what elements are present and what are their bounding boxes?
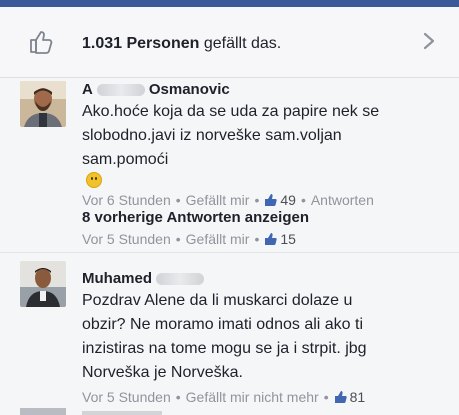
comment-body: A Osmanovic Ako.hoće koja da se uda za pa… [82, 81, 452, 209]
like-replies-button[interactable]: Gefällt mir [186, 231, 250, 247]
likes-count: 1.031 Personen [82, 35, 200, 52]
comment-time: Vor 5 Stunden [82, 389, 171, 405]
unlike-comment-button[interactable]: Gefällt mir nicht mehr [186, 389, 319, 405]
comment-like-count: 81 [349, 389, 366, 405]
comment-line: inzistiras na tome mogu se ja i strpit. … [82, 340, 367, 357]
comment-author[interactable]: Muhamed [82, 270, 452, 288]
separator-dot: • [323, 389, 329, 405]
chevron-right-icon[interactable] [422, 31, 436, 51]
comment-line: Pozdrav Alene da li muskarci dolaze u [82, 292, 353, 309]
next-comment-author-placeholder [82, 411, 162, 415]
thumbs-up-icon [334, 391, 347, 403]
comment-time: Vor 6 Stunden [82, 192, 171, 208]
likes-summary-text: 1.031 Personen gefällt das. [82, 35, 281, 53]
separator-dot: • [175, 192, 181, 208]
comment-author[interactable]: A Osmanovic [82, 81, 452, 99]
author-first-name: Muhamed [82, 270, 153, 287]
avatar[interactable] [20, 81, 66, 127]
comment-meta: Vor 6 Stunden • Gefällt mir • 49 • Antworten [82, 191, 452, 209]
comment-line: slobodno.javi iz norveške sam.voljan [82, 127, 342, 144]
separator-dot: • [175, 231, 181, 247]
comment-like-count: 49 [280, 192, 296, 208]
comment-line: Ako.hoće koja da se uda za papire nek se [82, 103, 380, 120]
author-last-name: Osmanovic [148, 81, 230, 98]
replies-like-count: 15 [280, 231, 296, 247]
comment-line: obzir? Ne moramo imati odnos ali ako ti [82, 316, 364, 333]
top-app-bar [0, 0, 459, 7]
comment-line: Norveška je Norveška. [82, 364, 243, 381]
replies-time: Vor 5 Stunden [82, 231, 171, 247]
comment-meta: Vor 5 Stunden • Gefällt mir nicht mehr • 81 [82, 388, 452, 406]
like-comment-button[interactable]: Gefällt mir [186, 192, 250, 208]
next-comment-avatar [20, 408, 66, 415]
redacted-name [96, 84, 145, 97]
reply-button[interactable]: Antworten [311, 192, 374, 208]
show-previous-replies-link[interactable]: 8 vorherige Antworten anzeigen [82, 209, 309, 226]
thumbs-up-icon [265, 194, 278, 206]
avatar-image [20, 261, 66, 307]
likes-summary-row[interactable]: 1.031 Personen gefällt das. [0, 7, 459, 78]
comment-line-wrap: sam.pomoći [82, 148, 452, 188]
phone-screen: 1.031 Personen gefällt das. A Osmanovic … [0, 0, 459, 415]
separator-dot: • [175, 389, 181, 405]
previous-replies-meta: Vor 5 Stunden • Gefällt mir • 15 [82, 230, 296, 248]
separator-dot: • [254, 231, 260, 247]
avatar-image [20, 81, 66, 127]
thumbs-up-icon [30, 31, 53, 54]
comment-text: Ako.hoće koja da se uda za papire nek se… [82, 100, 452, 188]
author-first-name: A [82, 81, 93, 98]
avatar[interactable] [20, 261, 66, 307]
likes-suffix: gefällt das. [203, 35, 282, 52]
separator-dot: • [300, 192, 306, 208]
separator-dot: • [254, 192, 260, 208]
redacted-name [156, 273, 205, 286]
smiley-emoji-icon [86, 172, 102, 188]
divider [0, 252, 459, 253]
thumbs-up-icon [265, 233, 278, 245]
comment-text: Pozdrav Alene da li muskarci dolaze u ob… [82, 289, 452, 385]
comments-screen: 1.031 Personen gefällt das. A Osmanovic … [0, 7, 459, 415]
comment-body: Muhamed Pozdrav Alene da li muskarci dol… [82, 270, 452, 406]
comment-line: sam.pomoći [82, 151, 169, 168]
